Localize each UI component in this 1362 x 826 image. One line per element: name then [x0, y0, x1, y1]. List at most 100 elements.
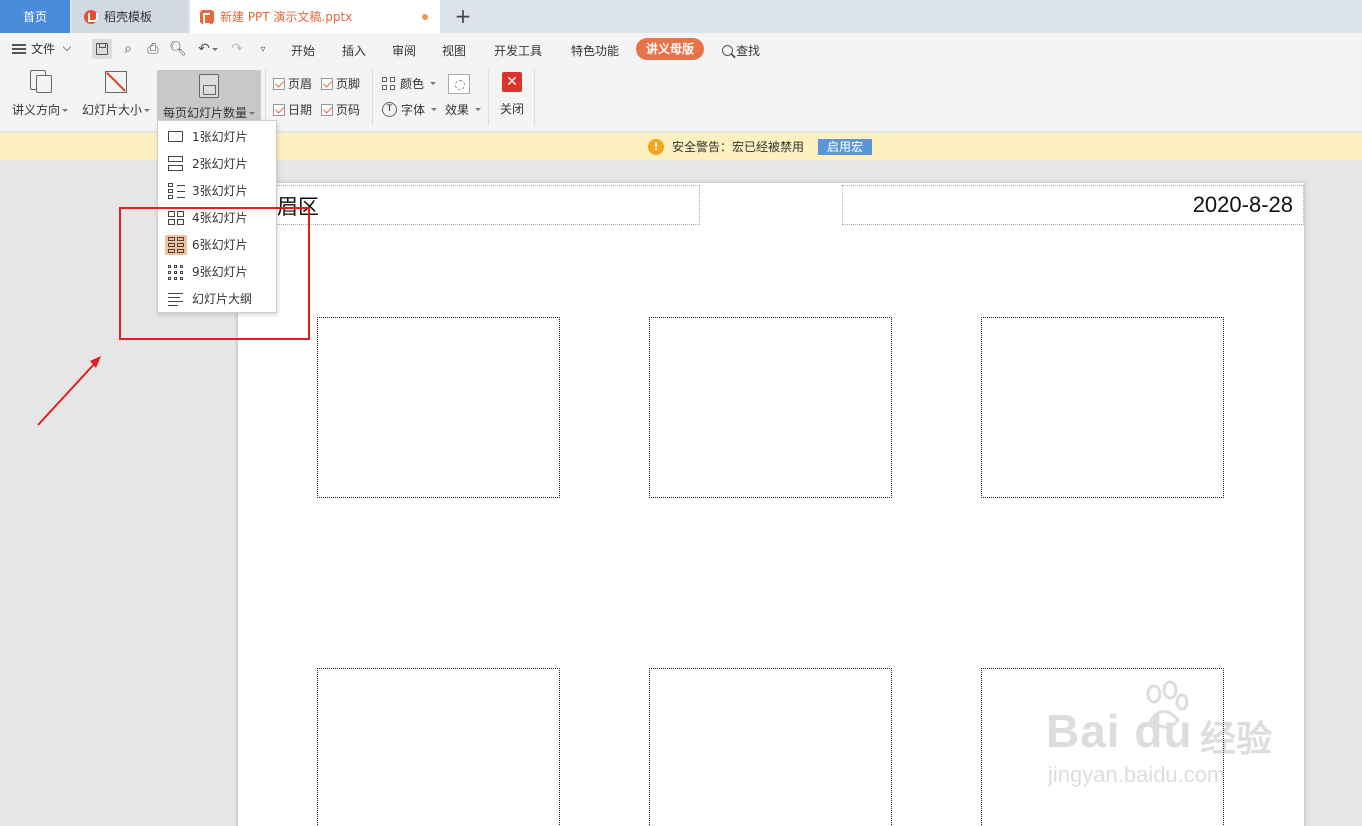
undo-button[interactable]: ↶: [194, 39, 222, 59]
two-slides-icon: [165, 154, 187, 174]
handout-orientation-label: 讲义方向: [11, 103, 60, 117]
close-master-label: 关闭: [499, 102, 524, 116]
menu-insert[interactable]: 插入: [342, 42, 366, 59]
checkbox-checked-icon: [273, 103, 285, 116]
print-preview-icon: 🔍︎: [169, 41, 187, 57]
dropdown-item-label: 2张幻灯片: [192, 157, 248, 171]
menu-features[interactable]: 特色功能: [571, 42, 619, 59]
tab-document[interactable]: 新建 PPT 演示文稿.pptx: [190, 0, 440, 33]
date-text: 2020-8-28: [1192, 192, 1293, 217]
save-button[interactable]: [92, 39, 112, 59]
menu-bar: 文件 ⌕ ⎙ 🔍︎ ↶ ↷ ▿ 开始 插入 审阅 视图 开发工具 特色功能 讲义…: [0, 33, 1362, 66]
print-button[interactable]: ⎙: [143, 39, 163, 59]
ppt-file-icon: [200, 9, 214, 25]
orientation-icon: [28, 70, 52, 94]
footer-checkbox-label: 页脚: [336, 77, 361, 91]
dropdown-item-1-slide[interactable]: 1张幻灯片: [158, 123, 276, 150]
checkbox-checked-icon: [321, 103, 333, 116]
overflow-chevron-icon: ▿: [260, 43, 266, 55]
header-placeholder[interactable]: 眉区: [264, 185, 700, 225]
hamburger-icon: [12, 43, 26, 54]
slide-placeholder: [649, 668, 892, 826]
tab-document-label: 新建 PPT 演示文稿.pptx: [220, 10, 353, 24]
font-label: 字体: [401, 103, 426, 117]
undo-icon: ↶: [198, 41, 210, 57]
search-button[interactable]: 查找: [722, 42, 760, 59]
watermark-cn: 经验: [1200, 719, 1273, 760]
date-checkbox[interactable]: 日期: [273, 101, 312, 118]
color-icon: [382, 76, 396, 91]
slide-size-label: 幻灯片大小: [81, 103, 142, 117]
slides-per-page-icon: [197, 74, 221, 98]
chevron-down-icon: [62, 42, 72, 52]
watermark-url: jingyan.baidu.com: [1048, 762, 1226, 787]
color-label: 颜色: [400, 77, 425, 91]
print-preview-button[interactable]: 🔍︎: [168, 39, 188, 59]
menu-handout-master[interactable]: 讲义母版: [636, 38, 704, 60]
search-icon: [722, 45, 733, 56]
page-number-checkbox[interactable]: 页码: [321, 101, 360, 118]
ribbon-divider: [534, 70, 535, 126]
search-label: 查找: [736, 44, 761, 58]
warning-icon: !: [648, 138, 664, 155]
tab-docer-template[interactable]: 稻壳模板: [72, 0, 188, 33]
effect-button[interactable]: 效果: [445, 101, 482, 118]
three-slides-icon: [165, 181, 187, 201]
footer-checkbox[interactable]: 页脚: [321, 75, 360, 92]
color-button[interactable]: 颜色: [382, 75, 437, 92]
dropdown-item-2-slides[interactable]: 2张幻灯片: [158, 150, 276, 177]
menu-developer[interactable]: 开发工具: [494, 42, 542, 59]
effect-icon[interactable]: [448, 74, 470, 94]
unsaved-dot-icon: [422, 14, 428, 20]
redo-button[interactable]: ↷: [227, 39, 247, 59]
new-tab-button[interactable]: +: [452, 4, 474, 28]
date-checkbox-label: 日期: [288, 103, 313, 117]
tab-bar: 首页 稻壳模板 新建 PPT 演示文稿.pptx +: [0, 0, 1362, 33]
menu-start[interactable]: 开始: [291, 42, 315, 59]
customize-toolbar-button[interactable]: ▿: [253, 39, 273, 59]
format-painter-button[interactable]: ⌕: [118, 39, 138, 59]
close-icon: ✕: [502, 72, 522, 92]
dropdown-item-3-slides[interactable]: 3张幻灯片: [158, 177, 276, 204]
save-icon: [96, 43, 108, 55]
header-checkbox-label: 页眉: [288, 77, 313, 91]
effect-label: 效果: [445, 103, 470, 117]
undo-dropdown-icon: [211, 47, 218, 51]
slide-placeholder: [649, 317, 892, 498]
ribbon-divider: [372, 70, 373, 126]
docer-logo-icon: [84, 9, 98, 24]
handout-orientation-button[interactable]: 讲义方向: [8, 70, 72, 122]
annotation-highlight-box: [119, 207, 310, 340]
dropdown-item-label: 3张幻灯片: [192, 184, 248, 198]
menu-review[interactable]: 审阅: [392, 42, 416, 59]
slide-size-icon: [104, 70, 128, 94]
enable-macro-button[interactable]: 启用宏: [818, 138, 873, 155]
checkbox-checked-icon: [273, 77, 285, 90]
slide-size-button[interactable]: 幻灯片大小: [80, 70, 152, 122]
close-master-button[interactable]: ✕ 关闭: [494, 70, 530, 122]
slide-placeholder: [317, 668, 560, 826]
slides-per-page-button[interactable]: 每页幻灯片数量: [157, 70, 261, 122]
print-icon: ⎙: [147, 41, 159, 57]
format-painter-icon: ⌕: [124, 41, 132, 57]
date-placeholder[interactable]: 2020-8-28: [842, 185, 1304, 225]
redo-icon: ↷: [231, 41, 243, 57]
security-warning-text: 安全警告：宏已经被禁用: [672, 140, 805, 154]
file-menu-label: 文件: [31, 42, 56, 56]
page-number-checkbox-label: 页码: [336, 103, 361, 117]
slide-placeholder: [981, 317, 1224, 498]
font-icon: T: [382, 102, 397, 117]
file-menu-button[interactable]: 文件: [12, 40, 72, 57]
header-checkbox[interactable]: 页眉: [273, 75, 312, 92]
checkbox-checked-icon: [321, 77, 333, 90]
slide-placeholder: [317, 317, 560, 498]
one-slide-icon: [165, 127, 187, 147]
tab-home[interactable]: 首页: [0, 0, 70, 33]
menu-view[interactable]: 视图: [442, 42, 466, 59]
font-button[interactable]: T 字体: [382, 101, 438, 118]
dropdown-item-label: 1张幻灯片: [192, 130, 248, 144]
watermark-brand: Bai du: [1046, 705, 1193, 757]
ribbon-divider: [265, 70, 266, 126]
tab-template-label: 稻壳模板: [104, 10, 153, 24]
ribbon-divider: [488, 70, 489, 126]
